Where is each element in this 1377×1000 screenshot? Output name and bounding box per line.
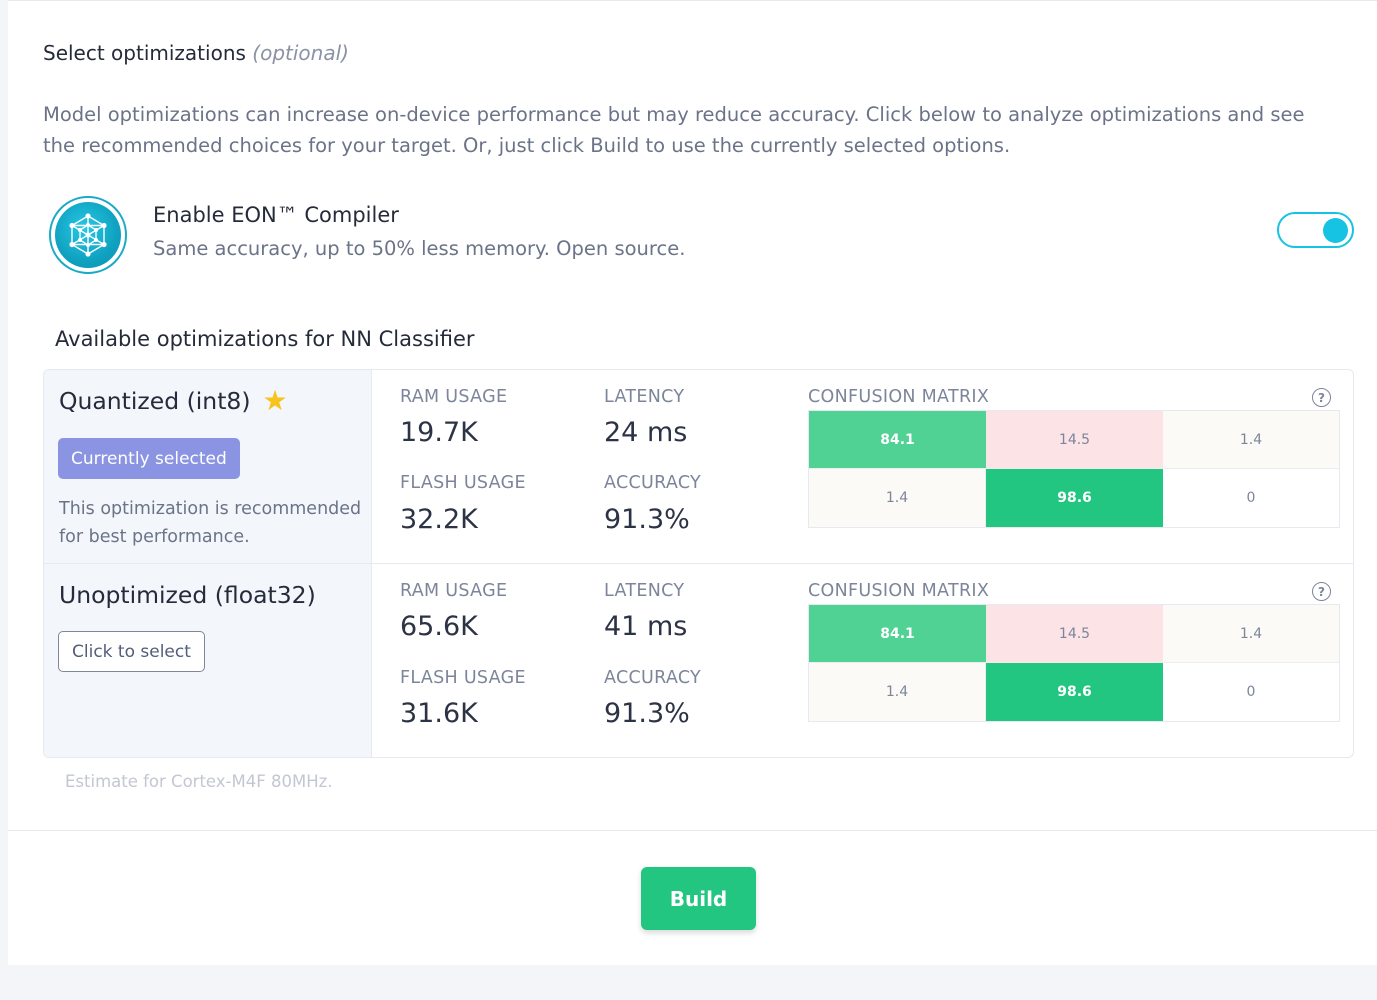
confusion-matrix: 84.1 14.5 1.4 1.4 98.6 0 bbox=[808, 410, 1340, 528]
flash-usage-label: FLASH USAGE bbox=[400, 668, 526, 688]
accuracy-label: ACCURACY bbox=[604, 473, 702, 493]
help-icon[interactable]: ? bbox=[1312, 388, 1331, 407]
optimizations-table: Quantized (int8) ★ Currently selected Th… bbox=[43, 369, 1354, 758]
accuracy-value: 91.3% bbox=[604, 504, 690, 535]
neural-network-icon bbox=[49, 196, 127, 274]
optimization-info-cell: Quantized (int8) ★ Currently selected Th… bbox=[44, 370, 372, 563]
matrix-cell: 98.6 bbox=[986, 469, 1163, 527]
accuracy-value: 91.3% bbox=[604, 698, 690, 729]
matrix-cell: 0 bbox=[1163, 469, 1339, 527]
matrix-cell: 14.5 bbox=[986, 605, 1163, 663]
eon-toggle[interactable] bbox=[1277, 212, 1354, 248]
eon-toggle-knob[interactable] bbox=[1323, 218, 1348, 243]
optimization-name: Unoptimized (float32) bbox=[59, 581, 316, 609]
build-button[interactable]: Build bbox=[641, 867, 756, 930]
optimization-name-text: Unoptimized (float32) bbox=[59, 581, 316, 609]
divider bbox=[8, 830, 1377, 831]
section-description: Model optimizations can increase on-devi… bbox=[43, 103, 1305, 157]
section-title-optional: (optional) bbox=[252, 41, 349, 65]
matrix-cell: 1.4 bbox=[1163, 411, 1339, 469]
optimization-name: Quantized (int8) ★ bbox=[59, 384, 288, 417]
ram-usage-value: 19.7K bbox=[400, 417, 478, 448]
recommendation-note: This optimization is recommended for bes… bbox=[59, 499, 362, 547]
section-title-text: Select optimizations bbox=[43, 41, 246, 65]
flash-usage-value: 31.6K bbox=[400, 698, 478, 729]
section-title: Select optimizations (optional) bbox=[43, 41, 349, 65]
help-icon[interactable]: ? bbox=[1312, 582, 1331, 601]
ram-usage-value: 65.6K bbox=[400, 611, 478, 642]
ram-usage-label: RAM USAGE bbox=[400, 581, 508, 601]
flash-usage-label: FLASH USAGE bbox=[400, 473, 526, 493]
optimization-panel: Select optimizations (optional) Model op… bbox=[8, 0, 1377, 965]
matrix-cell: 98.6 bbox=[986, 663, 1163, 721]
matrix-cell: 84.1 bbox=[809, 411, 986, 469]
currently-selected-button[interactable]: Currently selected bbox=[58, 438, 240, 479]
optimization-name-text: Quantized (int8) bbox=[59, 387, 251, 415]
star-icon: ★ bbox=[262, 384, 288, 417]
ram-usage-label: RAM USAGE bbox=[400, 387, 508, 407]
confusion-matrix-label: CONFUSION MATRIX bbox=[808, 581, 990, 601]
confusion-matrix-label: CONFUSION MATRIX bbox=[808, 387, 990, 407]
neural-network-icon-glyph bbox=[69, 213, 107, 257]
matrix-cell: 84.1 bbox=[809, 605, 986, 663]
accuracy-label: ACCURACY bbox=[604, 668, 702, 688]
matrix-cell: 1.4 bbox=[1163, 605, 1339, 663]
click-to-select-button[interactable]: Click to select bbox=[58, 631, 205, 672]
estimate-note: Estimate for Cortex-M4F 80MHz. bbox=[65, 772, 333, 791]
optimization-row-quantized: Quantized (int8) ★ Currently selected Th… bbox=[44, 370, 1353, 564]
confusion-matrix: 84.1 14.5 1.4 1.4 98.6 0 bbox=[808, 604, 1340, 722]
matrix-cell: 1.4 bbox=[809, 663, 986, 721]
matrix-cell: 1.4 bbox=[809, 469, 986, 527]
optimization-row-unoptimized: Unoptimized (float32) Click to select RA… bbox=[44, 564, 1353, 757]
latency-label: LATENCY bbox=[604, 387, 685, 407]
optimization-info-cell: Unoptimized (float32) Click to select bbox=[44, 564, 372, 757]
latency-value: 24 ms bbox=[604, 417, 688, 448]
latency-label: LATENCY bbox=[604, 581, 685, 601]
matrix-cell: 0 bbox=[1163, 663, 1339, 721]
eon-subtitle: Same accuracy, up to 50% less memory. Op… bbox=[153, 237, 686, 260]
neural-network-icon-inner bbox=[55, 202, 121, 268]
optimizations-title: Available optimizations for NN Classifie… bbox=[55, 327, 475, 351]
latency-value: 41 ms bbox=[604, 611, 688, 642]
eon-title: Enable EON™ Compiler bbox=[153, 203, 399, 227]
matrix-cell: 14.5 bbox=[986, 411, 1163, 469]
flash-usage-value: 32.2K bbox=[400, 504, 478, 535]
